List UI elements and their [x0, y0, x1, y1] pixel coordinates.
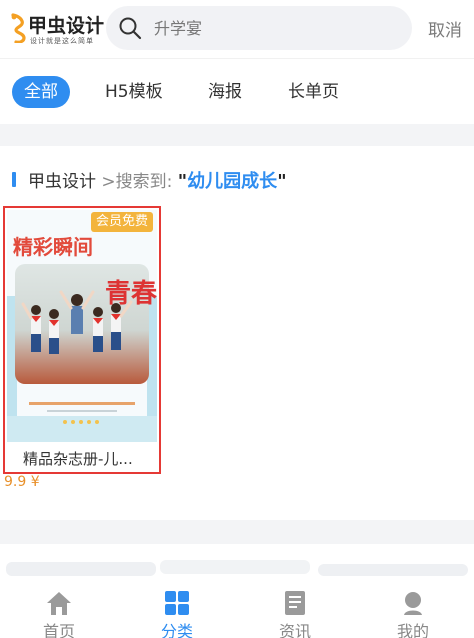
bottom-nav: 首页 分类 资讯 我的 [0, 584, 474, 638]
tab-all[interactable]: 全部 [12, 76, 70, 108]
search-bar[interactable] [106, 6, 412, 50]
search-input[interactable] [154, 6, 394, 50]
nav-label-category: 分类 [160, 622, 193, 638]
nav-item-me[interactable]: 我的 [354, 584, 472, 638]
template-title: 精品杂志册-儿... [23, 450, 133, 468]
logo-slogan: 设计就是这么简单 [30, 37, 94, 45]
partially-visible-row [6, 560, 468, 576]
tab-poster[interactable]: 海报 [208, 76, 242, 108]
section-divider-bottom [0, 520, 474, 544]
news-icon [285, 591, 305, 615]
heading-accent-bar [12, 172, 16, 187]
logo-text: 甲虫设计 [28, 15, 105, 37]
user-icon [404, 592, 422, 615]
app-root: 甲虫设计 设计就是这么简单 取消 全部 H5模板 海报 长单页 甲虫设计 >搜索… [0, 0, 474, 638]
nav-label-me: 我的 [396, 622, 429, 638]
logo-mark-icon [11, 13, 26, 43]
quote-close: " [277, 171, 287, 192]
search-result-heading: 甲虫设计 >搜索到: "幼儿园成长" [0, 146, 474, 204]
nav-item-category[interactable]: 分类 [118, 584, 236, 638]
member-free-badge: 会员免费 [90, 212, 153, 232]
home-icon [47, 592, 71, 615]
category-tabs: 全部 H5模板 海报 长单页 [0, 58, 474, 124]
cancel-button[interactable]: 取消 [428, 16, 462, 41]
logo[interactable]: 甲虫设计 设计就是这么简单 [10, 9, 108, 47]
nav-label-news: 资讯 [278, 622, 311, 638]
heading-site: 甲虫设计 [28, 172, 96, 192]
tab-h5-template[interactable]: H5模板 [105, 76, 163, 108]
search-icon [119, 17, 142, 40]
heading-text: 甲虫设计 >搜索到: "幼儿园成长" [28, 167, 287, 193]
template-preview-image: 青春的 [7, 210, 157, 442]
heading-separator: >搜索到: [101, 172, 173, 192]
nav-item-news[interactable]: 资讯 [236, 584, 354, 638]
nav-item-home[interactable]: 首页 [0, 584, 118, 638]
template-price: 9.9 ¥ [4, 474, 40, 490]
search-keyword: 幼儿园成长 [187, 171, 278, 192]
thumb-title: 精彩瞬间 [13, 235, 93, 259]
grid-icon [165, 591, 189, 615]
template-thumbnail: 青春的 [7, 210, 157, 442]
quote-open: " [177, 171, 188, 192]
header: 甲虫设计 设计就是这么简单 取消 [0, 0, 474, 58]
tab-long-page[interactable]: 长单页 [288, 76, 339, 108]
section-divider [0, 124, 474, 146]
template-card[interactable]: 青春的 [3, 206, 161, 474]
nav-label-home: 首页 [42, 622, 75, 638]
